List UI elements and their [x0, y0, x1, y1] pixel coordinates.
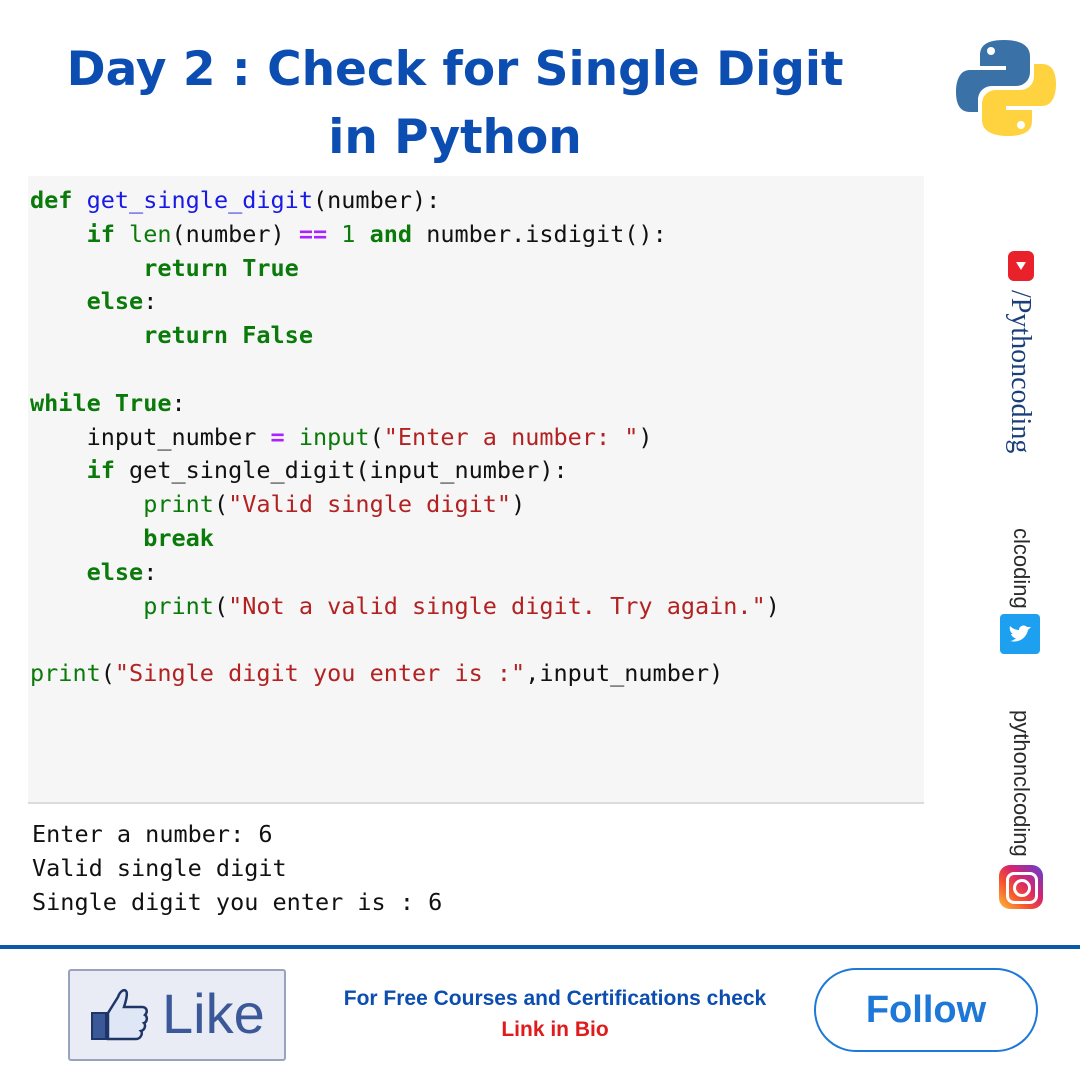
python-logo-icon [956, 40, 1056, 136]
code-line: def get_single_digit(number): [30, 186, 441, 214]
code-line: return False [143, 321, 313, 350]
title-line-2: in Python [328, 110, 582, 165]
follow-button[interactable]: Follow [814, 968, 1038, 1052]
code-editor: def get_single_digit(number): if len(num… [28, 176, 924, 804]
title-line-1: Day 2 : Check for Single Digit [66, 42, 844, 97]
output-line: Enter a number: 6 [32, 820, 273, 848]
code-line: if len(number) == 1 and number.isdigit()… [86, 219, 667, 248]
twitter-handle[interactable]: clcoding [1008, 528, 1034, 609]
twitter-icon[interactable] [1000, 614, 1040, 654]
output-line: Single digit you enter is : 6 [32, 887, 443, 916]
code-line: print("Single digit you enter is :",inpu… [30, 659, 724, 688]
code-line: else: [86, 557, 158, 586]
thumbs-up-icon [91, 989, 149, 1041]
page-title: Day 2 : Check for Single Digit in Python [40, 36, 870, 172]
output-line: Valid single digit [32, 853, 287, 882]
code-line: break [143, 523, 214, 552]
code-line: while True: [30, 388, 186, 417]
youtube-icon[interactable] [1008, 251, 1034, 281]
instagram-handle[interactable]: pythonclcoding [1008, 710, 1034, 857]
code-line: print("Not a valid single digit. Try aga… [143, 591, 780, 620]
code-block: def get_single_digit(number): if len(num… [30, 184, 780, 691]
code-line: if get_single_digit(input_number): [86, 456, 568, 485]
code-line: print("Valid single digit") [143, 490, 526, 519]
like-label: Like [162, 982, 265, 1045]
youtube-handle[interactable]: /Pythoncoding [1004, 290, 1036, 453]
code-line: return True [143, 253, 299, 282]
link-in-bio[interactable]: Link in Bio [320, 1018, 790, 1042]
instagram-icon[interactable] [999, 865, 1043, 909]
code-line: input_number = input("Enter a number: ") [30, 422, 653, 451]
footer-divider [0, 945, 1080, 949]
program-output: Enter a number: 6 Valid single digit Sin… [32, 818, 442, 919]
promo-text: For Free Courses and Certifications chec… [343, 987, 767, 1010]
code-line: else: [86, 287, 158, 316]
like-button[interactable]: Like [68, 969, 286, 1061]
